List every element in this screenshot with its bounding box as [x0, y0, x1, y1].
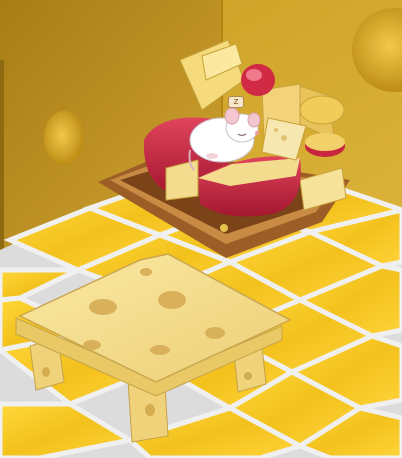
room-canvas [0, 0, 402, 458]
game-scene: Z [0, 0, 402, 458]
sleep-bubble: Z [228, 96, 244, 108]
